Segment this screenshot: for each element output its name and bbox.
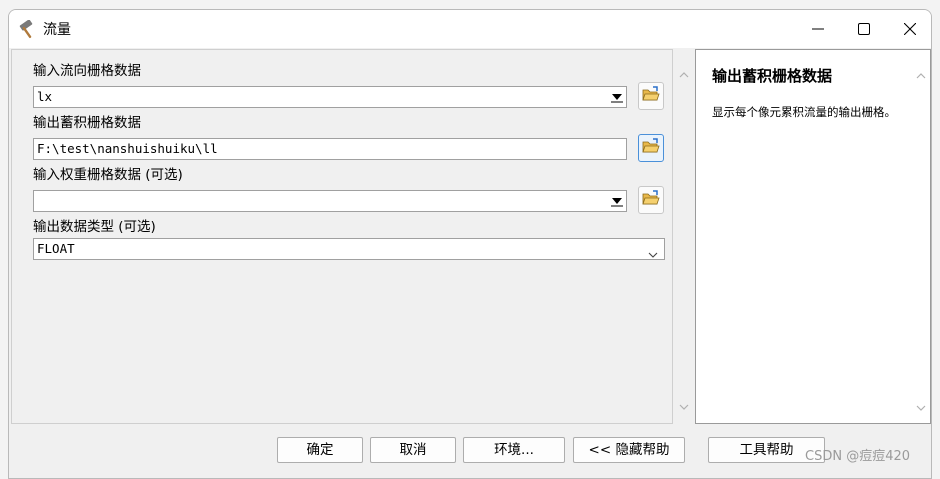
flow-direction-browse-button[interactable] — [638, 82, 664, 110]
open-folder-icon — [642, 138, 660, 158]
help-title: 输出蓄积栅格数据 — [712, 67, 833, 85]
output-accumulation-value: F:\test\nanshuishuiku\ll — [37, 141, 218, 156]
parameters-scrollbar[interactable] — [674, 49, 694, 424]
close-button[interactable] — [887, 10, 931, 48]
flow-direction-dropdown-icon[interactable] — [610, 91, 624, 103]
chevron-down-icon — [648, 245, 658, 259]
tool-dialog-window: 流量 输入流向栅格数据 lx 输出蓄积栅格数据 F:\test\nanshuis… — [8, 9, 932, 479]
hammer-icon — [17, 19, 37, 40]
hide-help-button[interactable]: << 隐藏帮助 — [573, 437, 685, 463]
output-accumulation-browse-button[interactable] — [638, 134, 664, 162]
scroll-down-icon[interactable] — [679, 400, 689, 415]
help-description: 显示每个像元累积流量的输出栅格。 — [712, 105, 896, 119]
flow-direction-input[interactable]: lx — [33, 86, 627, 108]
output-data-type-label: 输出数据类型 (可选) — [33, 219, 156, 235]
help-scroll-up-icon[interactable] — [916, 68, 926, 83]
flow-direction-label: 输入流向栅格数据 — [33, 63, 141, 79]
help-scroll-down-icon[interactable] — [916, 401, 926, 416]
window-title: 流量 — [43, 22, 71, 38]
output-data-type-select[interactable]: FLOAT — [33, 238, 665, 260]
watermark-text: CSDN @痘痘420 — [805, 449, 911, 464]
weight-raster-dropdown-icon[interactable] — [610, 195, 624, 207]
weight-raster-label: 输入权重栅格数据 (可选) — [33, 167, 183, 183]
ok-button[interactable]: 确定 — [277, 437, 363, 463]
open-folder-icon — [642, 190, 660, 210]
output-accumulation-label: 输出蓄积栅格数据 — [33, 115, 141, 131]
output-accumulation-input[interactable]: F:\test\nanshuishuiku\ll — [33, 138, 627, 160]
title-bar: 流量 — [9, 10, 931, 48]
output-data-type-value: FLOAT — [37, 241, 75, 256]
flow-direction-value: lx — [37, 89, 53, 104]
weight-raster-input[interactable] — [33, 190, 627, 212]
scroll-up-icon[interactable] — [679, 67, 689, 82]
parameters-pane: 输入流向栅格数据 lx 输出蓄积栅格数据 F:\test\nanshuishui… — [11, 49, 673, 424]
cancel-button[interactable]: 取消 — [370, 437, 456, 463]
weight-raster-browse-button[interactable] — [638, 186, 664, 214]
open-folder-icon — [642, 86, 660, 106]
minimize-button[interactable] — [795, 10, 841, 48]
help-pane: 输出蓄积栅格数据 显示每个像元累积流量的输出栅格。 — [695, 49, 931, 424]
environments-button[interactable]: 环境... — [463, 437, 565, 463]
maximize-button[interactable] — [841, 10, 887, 48]
